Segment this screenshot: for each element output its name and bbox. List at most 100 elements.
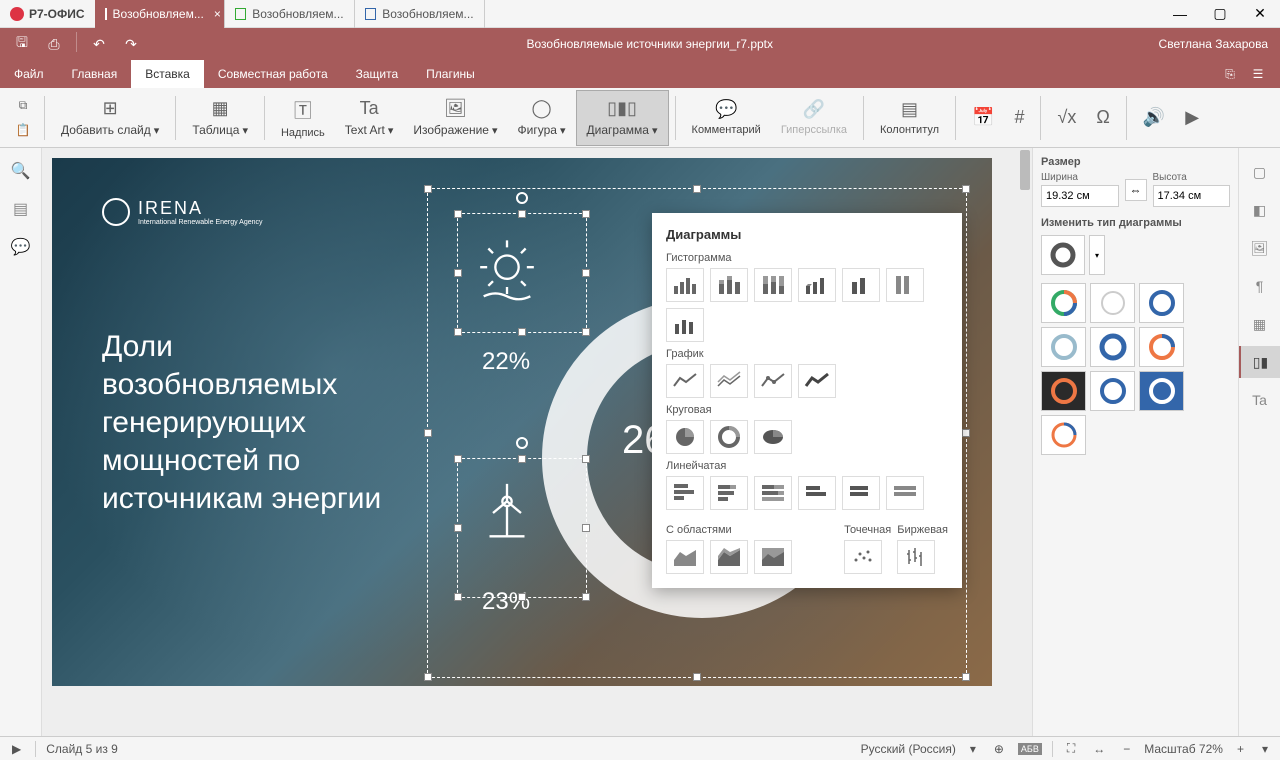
chart-bar-3d[interactable] [798,476,836,510]
preset-10[interactable] [1041,415,1086,455]
chart-button[interactable]: ▯▮▯ Диаграмма ▾ [576,90,669,146]
chart-column-3d-stacked[interactable] [842,268,880,302]
search-button[interactable]: 🔍 [0,156,41,186]
menu-file[interactable]: Файл [0,60,58,88]
height-input[interactable] [1153,185,1231,207]
video-button[interactable]: ▶ [1175,90,1209,146]
chart-area-stacked[interactable] [710,540,748,574]
chart-area-100stacked[interactable] [754,540,792,574]
chart-bar-3d-stacked[interactable] [842,476,880,510]
preset-5[interactable] [1090,327,1135,367]
selection-inner-2[interactable] [457,458,587,598]
chart-settings-button[interactable]: ▯▮ [1239,346,1280,378]
settings-icon[interactable]: ☰ [1248,64,1268,84]
menu-protection[interactable]: Защита [342,60,413,88]
chart-column-3d[interactable] [798,268,836,302]
user-name[interactable]: Светлана Захарова [1159,37,1268,51]
menu-insert[interactable]: Вставка [131,60,204,88]
chart-bar-100stacked[interactable] [754,476,792,510]
chart-line-3d[interactable] [798,364,836,398]
chart-bar-3d-100[interactable] [886,476,924,510]
chart-type-dropdown[interactable]: ▾ [1089,235,1105,275]
table-settings-button[interactable]: ▦ [1239,308,1280,340]
shape-button[interactable]: ◯ Фигура ▾ [508,90,576,146]
spellcheck-icon[interactable]: ⊕ [990,742,1008,756]
slides-button[interactable]: ▤ [0,194,41,224]
rotate-handle[interactable] [516,437,528,449]
chart-column-100stacked[interactable] [754,268,792,302]
preset-4[interactable] [1041,327,1086,367]
chart-doughnut[interactable] [710,420,748,454]
chart-column-stacked[interactable] [710,268,748,302]
menu-collaboration[interactable]: Совместная работа [204,60,342,88]
chart-area[interactable] [666,540,704,574]
open-location-icon[interactable]: ⎘ [1220,64,1240,84]
textart-settings-button[interactable]: Ta [1239,384,1280,416]
date-button[interactable]: 📅 [962,90,1004,146]
doc-tab-presentation[interactable]: Возобновляем... × [95,0,225,28]
selection-inner-1[interactable] [457,213,587,333]
preset-9[interactable] [1139,371,1184,411]
undo-button[interactable]: ↶ [85,32,113,56]
equation-button[interactable]: √x [1047,90,1086,146]
slide-settings-button[interactable]: ▢ [1239,156,1280,188]
chart-line-stacked[interactable] [710,364,748,398]
chart-stock[interactable] [897,540,935,574]
image-button[interactable]: 🖼 Изображение ▾ [403,90,507,146]
preset-8[interactable] [1090,371,1135,411]
copy-button[interactable]: ⧉ [12,95,34,117]
chart-line[interactable] [666,364,704,398]
chart-pie[interactable] [666,420,704,454]
chart-bar-clustered[interactable] [666,476,704,510]
textbox-button[interactable]: 🅃 Надпись [271,90,335,146]
chart-scatter[interactable] [844,540,882,574]
menu-plugins[interactable]: Плагины [412,60,489,88]
doc-tab-document[interactable]: Возобновляем... [355,0,485,28]
rotate-handle[interactable] [516,192,528,204]
slide-number-button[interactable]: # [1004,90,1034,146]
symbol-button[interactable]: Ω [1086,90,1119,146]
preset-7[interactable] [1041,371,1086,411]
spell-button[interactable]: АБВ [1018,743,1042,755]
preset-6[interactable] [1139,327,1184,367]
comment-button[interactable]: 💬 Комментарий [682,90,771,146]
language-dropdown[interactable]: ▾ [966,742,980,756]
shape-settings-button[interactable]: ◧ [1239,194,1280,226]
link-dimensions-button[interactable]: ⇔ [1125,179,1147,201]
textart-button[interactable]: Ta Text Art ▾ [335,90,404,146]
fit-slide-button[interactable]: ⛶ [1063,741,1079,756]
chart-column-3d-100[interactable] [886,268,924,302]
chart-bar-stacked[interactable] [710,476,748,510]
zoom-out-button[interactable]: − [1119,742,1134,756]
header-footer-button[interactable]: ▤ Колонтитул [870,90,949,146]
language-label[interactable]: Русский (Россия) [861,742,956,756]
fit-width-button[interactable]: ↔ [1089,742,1109,756]
redo-button[interactable]: ↷ [117,32,145,56]
close-icon[interactable]: × [214,7,221,21]
save-button[interactable]: 🖫 [8,32,36,56]
print-button[interactable]: ⎙ [40,32,68,56]
add-slide-button[interactable]: ⊞ Добавить слайд ▾ [51,90,169,146]
maximize-button[interactable]: ▢ [1200,0,1240,28]
current-chart-type[interactable] [1041,235,1085,275]
minimize-button[interactable]: — [1160,0,1200,28]
zoom-in-button[interactable]: + [1233,742,1248,756]
chart-column-3d-clustered[interactable] [666,308,704,342]
chart-column-clustered[interactable] [666,268,704,302]
scrollbar-vertical[interactable] [1018,148,1032,736]
menu-home[interactable]: Главная [58,60,132,88]
width-input[interactable] [1041,185,1119,207]
chart-pie-3d[interactable] [754,420,792,454]
paste-button[interactable]: 📋 [12,119,34,141]
audio-button[interactable]: 🔊 [1133,90,1175,146]
zoom-dropdown[interactable]: ▾ [1258,742,1272,756]
preset-2[interactable] [1090,283,1135,323]
doc-tab-spreadsheet[interactable]: Возобновляем... [225,0,355,28]
play-button[interactable]: ▶ [8,742,25,756]
comments-button[interactable]: 💬 [0,232,41,262]
paragraph-settings-button[interactable]: ¶ [1239,270,1280,302]
preset-1[interactable] [1041,283,1086,323]
image-settings-button[interactable]: 🖼 [1239,232,1280,264]
canvas-area[interactable]: IRENA International Renewable Energy Age… [42,148,1032,736]
table-button[interactable]: ▦ Таблица ▾ [182,90,258,146]
